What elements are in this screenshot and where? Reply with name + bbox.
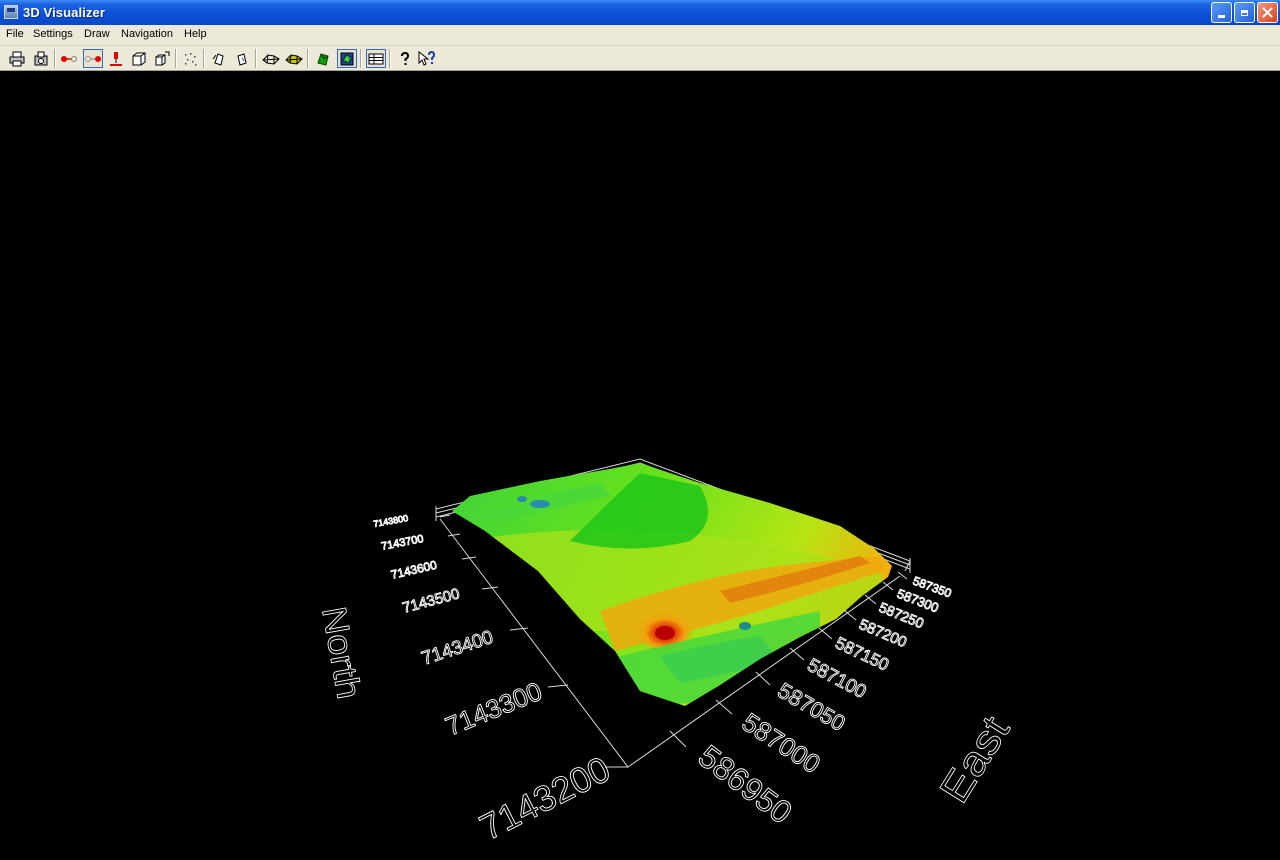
- cube-icon: [132, 52, 146, 65]
- toolbar-separator: [307, 49, 309, 68]
- rotate-right-button[interactable]: [232, 49, 252, 68]
- north-tick-label: 7143300: [441, 676, 546, 742]
- minimize-button[interactable]: [1211, 2, 1232, 23]
- scatter-points-button[interactable]: [180, 49, 200, 68]
- menu-settings[interactable]: Settings: [33, 28, 73, 40]
- toolbar-separator: [360, 49, 362, 68]
- north-tick-label: 7143800: [373, 513, 409, 529]
- layers-button[interactable]: [366, 49, 386, 68]
- point-pair-toggle-button[interactable]: [83, 49, 103, 68]
- close-button[interactable]: [1257, 2, 1278, 23]
- cube-rotate-button[interactable]: [152, 49, 172, 68]
- maximize-button[interactable]: [1234, 2, 1255, 23]
- east-axis-title: East: [931, 708, 1019, 811]
- north-tick-label: 7143400: [419, 627, 496, 670]
- cube-rotate-icon: [155, 51, 170, 65]
- north-tick-label: 7143200: [473, 748, 616, 848]
- green-surface-button[interactable]: [313, 49, 333, 68]
- print-preview-icon: [34, 51, 48, 65]
- menu-navigation[interactable]: Navigation: [121, 28, 173, 40]
- context-help-button[interactable]: [417, 49, 437, 68]
- window-title: 3D Visualizer: [23, 5, 105, 20]
- mesh-color-icon: [285, 53, 303, 65]
- minimize-icon: [1218, 15, 1225, 18]
- terrain-scene[interactable]: 7143200 7143300 7143400 7143500 7143600 …: [0, 71, 1280, 860]
- close-icon: [1262, 7, 1273, 18]
- mesh-icon: [262, 53, 280, 65]
- rotate-right-icon: [237, 52, 247, 66]
- toolbar-separator: [255, 49, 257, 68]
- marker-pin-icon: [110, 51, 122, 66]
- color-surface-button[interactable]: [337, 49, 357, 68]
- help-button[interactable]: [395, 49, 415, 68]
- green-surface-icon: [317, 52, 329, 66]
- layers-icon: [368, 53, 384, 64]
- point-pair-icon: [61, 55, 77, 62]
- toolbar-separator: [175, 49, 177, 68]
- print-icon: [9, 51, 25, 66]
- help-icon: [401, 51, 410, 65]
- toolbar-separator: [54, 49, 56, 68]
- point-pair-toggle-icon: [85, 55, 101, 62]
- menu-file[interactable]: File: [6, 28, 24, 40]
- toolbar: [0, 46, 1280, 71]
- toolbar-separator: [203, 49, 205, 68]
- cube-button[interactable]: [129, 49, 149, 68]
- color-surface-icon: [340, 52, 354, 65]
- north-tick-label: 7143600: [390, 558, 439, 582]
- north-tick-label: 7143700: [380, 533, 424, 553]
- print-preview-button[interactable]: [31, 49, 51, 68]
- restore-icon: [1241, 9, 1248, 16]
- scatter-points-icon: [185, 52, 197, 65]
- menu-bar: File Settings Draw Navigation Help: [0, 25, 1280, 46]
- title-bar[interactable]: 3D Visualizer: [0, 0, 1280, 25]
- print-button[interactable]: [7, 49, 27, 68]
- rotate-left-button[interactable]: [209, 49, 229, 68]
- point-pair-button[interactable]: [59, 49, 79, 68]
- north-axis-title: North: [315, 604, 369, 702]
- 3d-viewport[interactable]: 7143200 7143300 7143400 7143500 7143600 …: [0, 71, 1280, 860]
- menu-help[interactable]: Help: [184, 28, 207, 40]
- menu-draw[interactable]: Draw: [84, 28, 110, 40]
- marker-pin-button[interactable]: [106, 49, 126, 68]
- rotate-left-icon: [212, 52, 224, 66]
- north-tick-label: 7143500: [401, 585, 462, 617]
- toolbar-separator: [389, 49, 391, 68]
- mesh-button[interactable]: [261, 49, 281, 68]
- app-icon[interactable]: [4, 5, 18, 19]
- mesh-color-button[interactable]: [284, 49, 304, 68]
- context-help-icon: [418, 50, 436, 66]
